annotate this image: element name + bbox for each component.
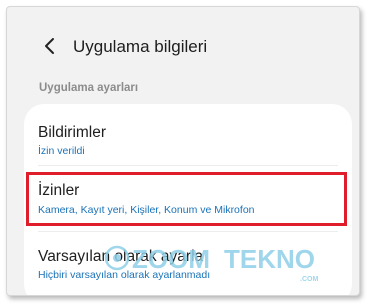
permissions-highlight-box (26, 172, 347, 226)
default-app-subtitle: Hiçbiri varsayılan olarak ayarlanmadı (38, 269, 211, 281)
divider (38, 165, 338, 166)
notifications-subtitle: İzin verildi (38, 145, 85, 157)
section-label: Uygulama ayarları (39, 82, 139, 94)
divider (38, 231, 338, 232)
screenshot-frame: Uygulama bilgileri Uygulama ayarları Bil… (6, 6, 360, 296)
default-app-title: Varsayılan olarak ayarla (38, 248, 204, 265)
page-title: Uygulama bilgileri (73, 37, 208, 56)
back-arrow-icon (45, 38, 54, 54)
default-app-item[interactable]: Varsayılan olarak ayarla Hiçbiri varsayı… (24, 234, 352, 294)
notifications-title: Bildirimler (38, 124, 107, 141)
app-bar: Uygulama bilgileri (7, 7, 359, 81)
notifications-item[interactable]: Bildirimler İzin verildi (24, 104, 352, 162)
back-button[interactable] (37, 33, 63, 59)
